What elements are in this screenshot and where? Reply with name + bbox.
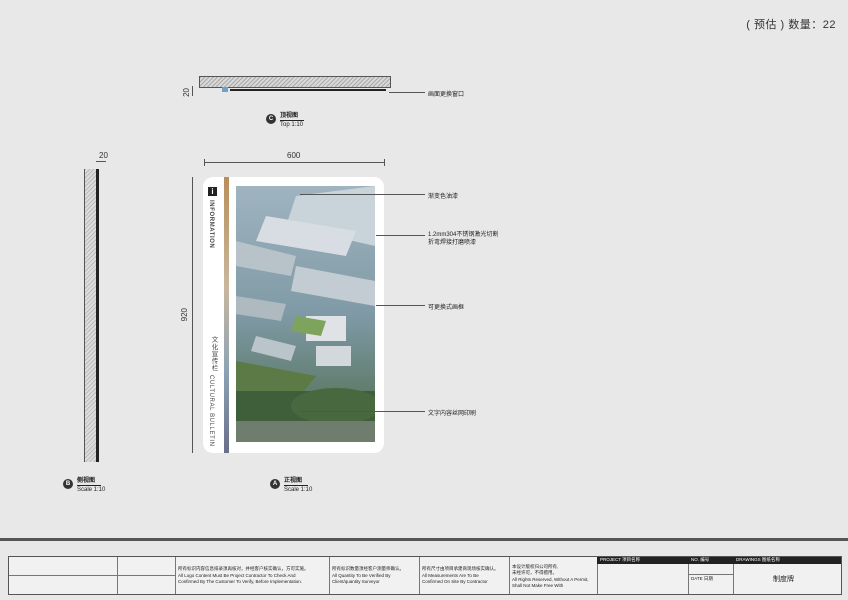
callout-print: 文字内容丝网印刷 xyxy=(428,411,477,417)
side-view-dim-line xyxy=(96,161,106,162)
front-view-width-dim: 600 xyxy=(287,151,301,160)
side-view-scale: Scale 1:10 xyxy=(77,487,106,493)
front-view-letter-badge: A xyxy=(270,479,280,489)
aerial-photo xyxy=(236,186,375,442)
front-view-title-block: A 正视图 Scale 1:10 xyxy=(270,475,312,493)
aerial-photo-art xyxy=(236,186,375,442)
drawing-name: 制度牌 xyxy=(773,576,794,583)
note-logo-cn: 所有标识内容信息排录须再核对，并经客户核实确认，方可实施。 xyxy=(178,566,309,571)
note-quantity-cn: 所有标识数量须经客户测量师确认。 xyxy=(332,566,404,571)
note-measure-en-2: Confirmed On Site By Contractor xyxy=(422,579,488,584)
note-rights-cn-2: 未经许可，不得擅用。 xyxy=(512,570,557,575)
side-view-title: 侧视图 xyxy=(77,475,102,486)
callout-leader-paint xyxy=(300,194,425,195)
project-label: PROJECT 项目名称 xyxy=(597,557,688,564)
callout-leader-print xyxy=(300,411,425,412)
callout-frame: 可更换式画框 xyxy=(428,305,465,311)
callout-steel-process: 折弯焊接打磨喷漆 xyxy=(428,240,477,246)
title-block: 所有标识内容信息排录须再核对，并经客户核实确认，方可实施。 All Logo C… xyxy=(8,556,842,595)
side-view-face xyxy=(96,169,99,462)
side-view-title-block: B 侧视图 Scale 1:10 xyxy=(63,475,105,493)
top-view-title: 顶视图 xyxy=(280,110,305,121)
tb-divider-2 xyxy=(175,557,176,594)
tb-hline-date xyxy=(688,574,733,575)
top-view-dim-line xyxy=(192,86,193,96)
bulletin-cn-label: 文化宣传栏 xyxy=(210,336,217,372)
top-view-leader xyxy=(389,92,425,93)
note-rights-en-2: Shall Not Make Free With xyxy=(512,583,564,588)
side-view-letter-badge: B xyxy=(63,479,73,489)
tb-divider-3 xyxy=(329,557,330,594)
info-icon: i xyxy=(208,187,217,196)
no-label: NO. 编号 xyxy=(688,557,733,564)
top-view-frame-bar xyxy=(230,89,386,91)
front-view-height-dim: 920 xyxy=(180,308,189,322)
drawings-label: DRAWINGS 图纸名称 xyxy=(733,557,841,564)
top-view-callout: 画面更换窗口 xyxy=(428,92,465,98)
top-view-scale: Top 1:10 xyxy=(280,122,304,128)
footer-rule xyxy=(0,538,848,541)
top-view-depth-dim: 20 xyxy=(182,88,191,97)
front-view-width-line xyxy=(204,162,384,163)
tb-divider-5 xyxy=(509,557,510,594)
information-label: INFORMATION xyxy=(208,200,214,249)
front-view-height-line xyxy=(192,177,193,453)
callout-paint: 渐变色油漆 xyxy=(428,194,459,200)
note-measure-cn: 所有尺寸由项目承建商现场核实确认。 xyxy=(422,566,499,571)
callout-leader-frame xyxy=(376,305,425,306)
tb-hline-left xyxy=(9,575,175,576)
gradient-strip xyxy=(224,177,229,453)
top-view-letter-badge: C xyxy=(266,114,276,124)
front-view-scale: Scale 1:10 xyxy=(284,487,313,493)
quantity-label: ( 预估 ) 数量：22 xyxy=(746,19,836,31)
front-view-title: 正视图 xyxy=(284,475,309,486)
note-quantity-en-2: Client/quantity Surveyor xyxy=(332,579,380,584)
top-view-title-block: C 顶视图 Top 1:10 xyxy=(266,110,305,128)
note-logo-en-2: Confirmed By The Customer To Verify, Bef… xyxy=(178,579,303,584)
front-view-width-tick-left xyxy=(204,159,205,166)
tb-divider-4 xyxy=(419,557,420,594)
top-view-window-marker xyxy=(222,87,228,92)
front-view-width-tick-right xyxy=(384,159,385,166)
bulletin-en-label: CULTURAL BULLETIN xyxy=(208,375,214,447)
date-label: DATE 日期 xyxy=(691,576,713,581)
side-view-depth-dim: 20 xyxy=(99,151,108,160)
callout-leader-steel xyxy=(376,235,425,236)
